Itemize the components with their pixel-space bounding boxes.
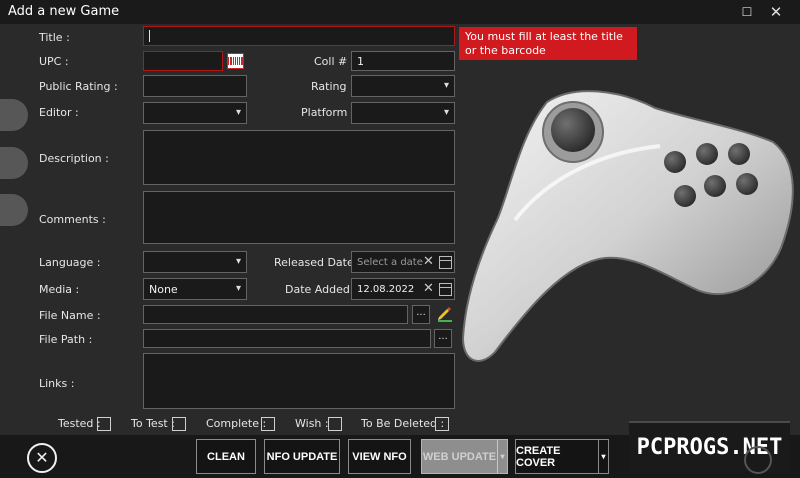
barcode-icon[interactable] [227, 53, 244, 69]
view-nfo-label: VIEW NFO [352, 450, 407, 463]
editor-label: Editor : [39, 106, 79, 119]
title-label: Title : [39, 31, 70, 44]
date-added-value: 12.08.2022 [357, 283, 415, 295]
chevron-down-icon[interactable]: ▾ [497, 440, 507, 473]
upc-input[interactable] [143, 51, 223, 71]
clear-date-added-icon[interactable]: ✕ [423, 281, 434, 296]
wish-checkbox[interactable] [328, 417, 342, 431]
to-test-label: To Test : [131, 417, 175, 430]
web-update-button[interactable]: WEB UPDATE ▾ [421, 439, 508, 474]
file-name-label: File Name : [39, 309, 101, 322]
text-cursor [149, 30, 150, 42]
chevron-down-icon[interactable]: ▾ [598, 440, 608, 473]
close-form-button[interactable]: ✕ [27, 443, 57, 473]
released-date-placeholder: Select a date [357, 256, 423, 268]
complete-label: Complete : [206, 417, 267, 430]
comments-label: Comments : [39, 213, 106, 226]
window-title: Add a new Game [8, 4, 120, 19]
pencil-icon[interactable] [436, 304, 454, 322]
calendar-icon[interactable] [439, 256, 452, 269]
coll-label: Coll # : [314, 55, 355, 68]
rating-label: Rating : [311, 80, 354, 93]
wish-label: Wish : [295, 417, 329, 430]
file-path-browse-button[interactable]: ... [434, 329, 452, 348]
calendar-icon[interactable] [439, 283, 452, 296]
title-bar: Add a new Game ☐ ✕ [0, 0, 800, 24]
error-tooltip: You must fill at least the title or the … [459, 27, 637, 60]
create-cover-label: CREATE COVER [516, 444, 561, 469]
to-test-checkbox[interactable] [172, 417, 186, 431]
description-label: Description : [39, 152, 109, 165]
nfo-update-button[interactable]: NFO UPDATE [264, 439, 340, 474]
platform-label: Platform : [301, 106, 355, 119]
released-date-label: Released Date : [274, 256, 361, 269]
create-cover-button[interactable]: CREATE COVER ▾ [515, 439, 609, 474]
date-added-label: Date Added : [285, 283, 358, 296]
close-icon[interactable]: ✕ [766, 2, 786, 22]
view-nfo-button[interactable]: VIEW NFO [348, 439, 411, 474]
links-label: Links : [39, 377, 75, 390]
public-rating-label: Public Rating : [39, 80, 118, 93]
to-be-deleted-checkbox[interactable] [435, 417, 449, 431]
tested-label: Tested : [58, 417, 101, 430]
rating-select[interactable] [351, 75, 455, 97]
complete-checkbox[interactable] [261, 417, 275, 431]
language-label: Language : [39, 256, 101, 269]
file-path-label: File Path : [39, 333, 93, 346]
file-name-browse-button[interactable]: ... [412, 305, 430, 324]
clean-label: CLEAN [207, 450, 245, 463]
upc-label: UPC : [39, 55, 69, 68]
links-textarea[interactable] [143, 353, 455, 409]
clean-button[interactable]: CLEAN [196, 439, 256, 474]
media-value: None [149, 282, 178, 296]
file-path-input[interactable] [143, 329, 431, 348]
tested-checkbox[interactable] [97, 417, 111, 431]
title-input[interactable] [143, 26, 455, 46]
web-update-label: WEB UPDATE [422, 450, 497, 463]
media-select[interactable]: None [143, 278, 247, 300]
clear-released-date-icon[interactable]: ✕ [423, 254, 434, 269]
maximize-icon[interactable]: ☐ [737, 2, 757, 22]
platform-select[interactable] [351, 102, 455, 124]
editor-select[interactable] [143, 102, 247, 124]
nfo-update-label: NFO UPDATE [266, 450, 338, 463]
description-textarea[interactable] [143, 130, 455, 185]
media-label: Media : [39, 283, 80, 296]
comments-textarea[interactable] [143, 191, 455, 244]
gamepad-icon [461, 90, 794, 362]
language-select[interactable] [143, 251, 247, 273]
file-name-input[interactable] [143, 305, 408, 324]
to-be-deleted-label: To Be Deleted : [361, 417, 445, 430]
coll-value: 1 [357, 54, 364, 68]
faded-circle-icon [744, 446, 772, 474]
coll-number-input[interactable]: 1 [351, 51, 455, 71]
public-rating-input[interactable] [143, 75, 247, 97]
